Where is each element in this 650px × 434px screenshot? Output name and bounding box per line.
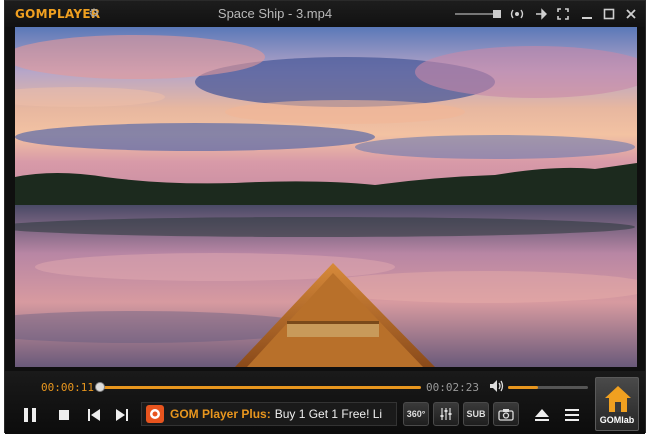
close-icon[interactable] [623, 6, 639, 22]
home-icon [605, 386, 631, 412]
eject-button[interactable] [531, 404, 553, 426]
titlebar-volume-knob[interactable] [493, 10, 501, 18]
menu-button[interactable] [561, 404, 583, 426]
surround-icon[interactable] [509, 6, 525, 22]
vr-360-label: 360° [406, 409, 426, 419]
next-button[interactable] [111, 404, 133, 426]
screenshot-button[interactable] [493, 402, 519, 426]
title-bar[interactable]: GOMPLAYER ⚙ Space Ship - 3.mp4 [5, 1, 645, 27]
seek-bar[interactable] [97, 386, 421, 389]
player-window: GOMPLAYER ⚙ Space Ship - 3.mp4 00:00:11 … [4, 0, 646, 434]
pause-button[interactable] [19, 404, 41, 426]
volume-level [508, 386, 538, 389]
camera-icon [498, 408, 514, 421]
control-bar: 00:00:11 00:02:23 GOM Player Plus: Buy 1… [5, 371, 645, 434]
subtitle-button[interactable]: SUB [463, 402, 489, 426]
gom-plus-icon [146, 405, 164, 423]
maximize-icon[interactable] [601, 6, 617, 22]
promo-brand: GOM Player Plus: [170, 407, 271, 421]
total-time: 00:02:23 [426, 381, 479, 394]
equalizer-button[interactable] [433, 402, 459, 426]
volume-icon[interactable] [489, 379, 505, 393]
video-frame-image [15, 27, 637, 367]
previous-button[interactable] [83, 404, 105, 426]
equalizer-icon [440, 408, 452, 420]
gomlab-label: GOMlab [599, 415, 635, 425]
fullscreen-icon[interactable] [555, 6, 571, 22]
pin-icon[interactable] [533, 6, 549, 22]
seek-knob[interactable] [95, 382, 105, 392]
current-time: 00:00:11 [41, 381, 94, 394]
video-display[interactable] [15, 27, 637, 367]
gomlab-button[interactable]: GOMlab [595, 377, 639, 431]
promo-text: Buy 1 Get 1 Free! Li [274, 407, 383, 421]
subtitle-label: SUB [466, 409, 486, 419]
minimize-icon[interactable] [579, 6, 595, 22]
vr-360-button[interactable]: 360° [403, 402, 429, 426]
stop-button[interactable] [53, 404, 75, 426]
promo-banner[interactable]: GOM Player Plus: Buy 1 Get 1 Free! Li [141, 402, 397, 426]
